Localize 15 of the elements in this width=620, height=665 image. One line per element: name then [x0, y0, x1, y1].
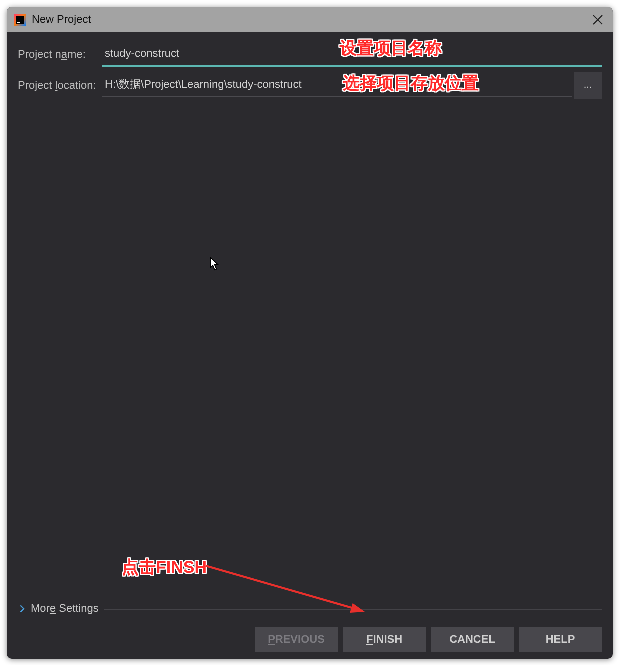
field-label: Project name:	[18, 48, 87, 62]
annotation-text: 点击FINSH	[122, 558, 207, 578]
annotation-text: 选择项目存放位置	[343, 74, 479, 94]
dialog-button[interactable]: CANCEL	[431, 627, 514, 652]
app-logo-icon	[14, 14, 26, 26]
chevron-icon	[20, 605, 25, 613]
browse-button[interactable]: ...	[574, 72, 602, 99]
close-icon	[593, 14, 603, 24]
cursor-icon	[210, 257, 219, 271]
annotation-text: 设置项目名称	[340, 39, 442, 59]
window-title: New Project	[32, 14, 92, 26]
dialog-button[interactable]: FINISH	[343, 627, 426, 652]
dialog-button[interactable]: HELP	[519, 627, 602, 652]
more-settings-toggle[interactable]: More Settings	[18, 603, 99, 615]
field-label: Project location:	[18, 78, 98, 94]
